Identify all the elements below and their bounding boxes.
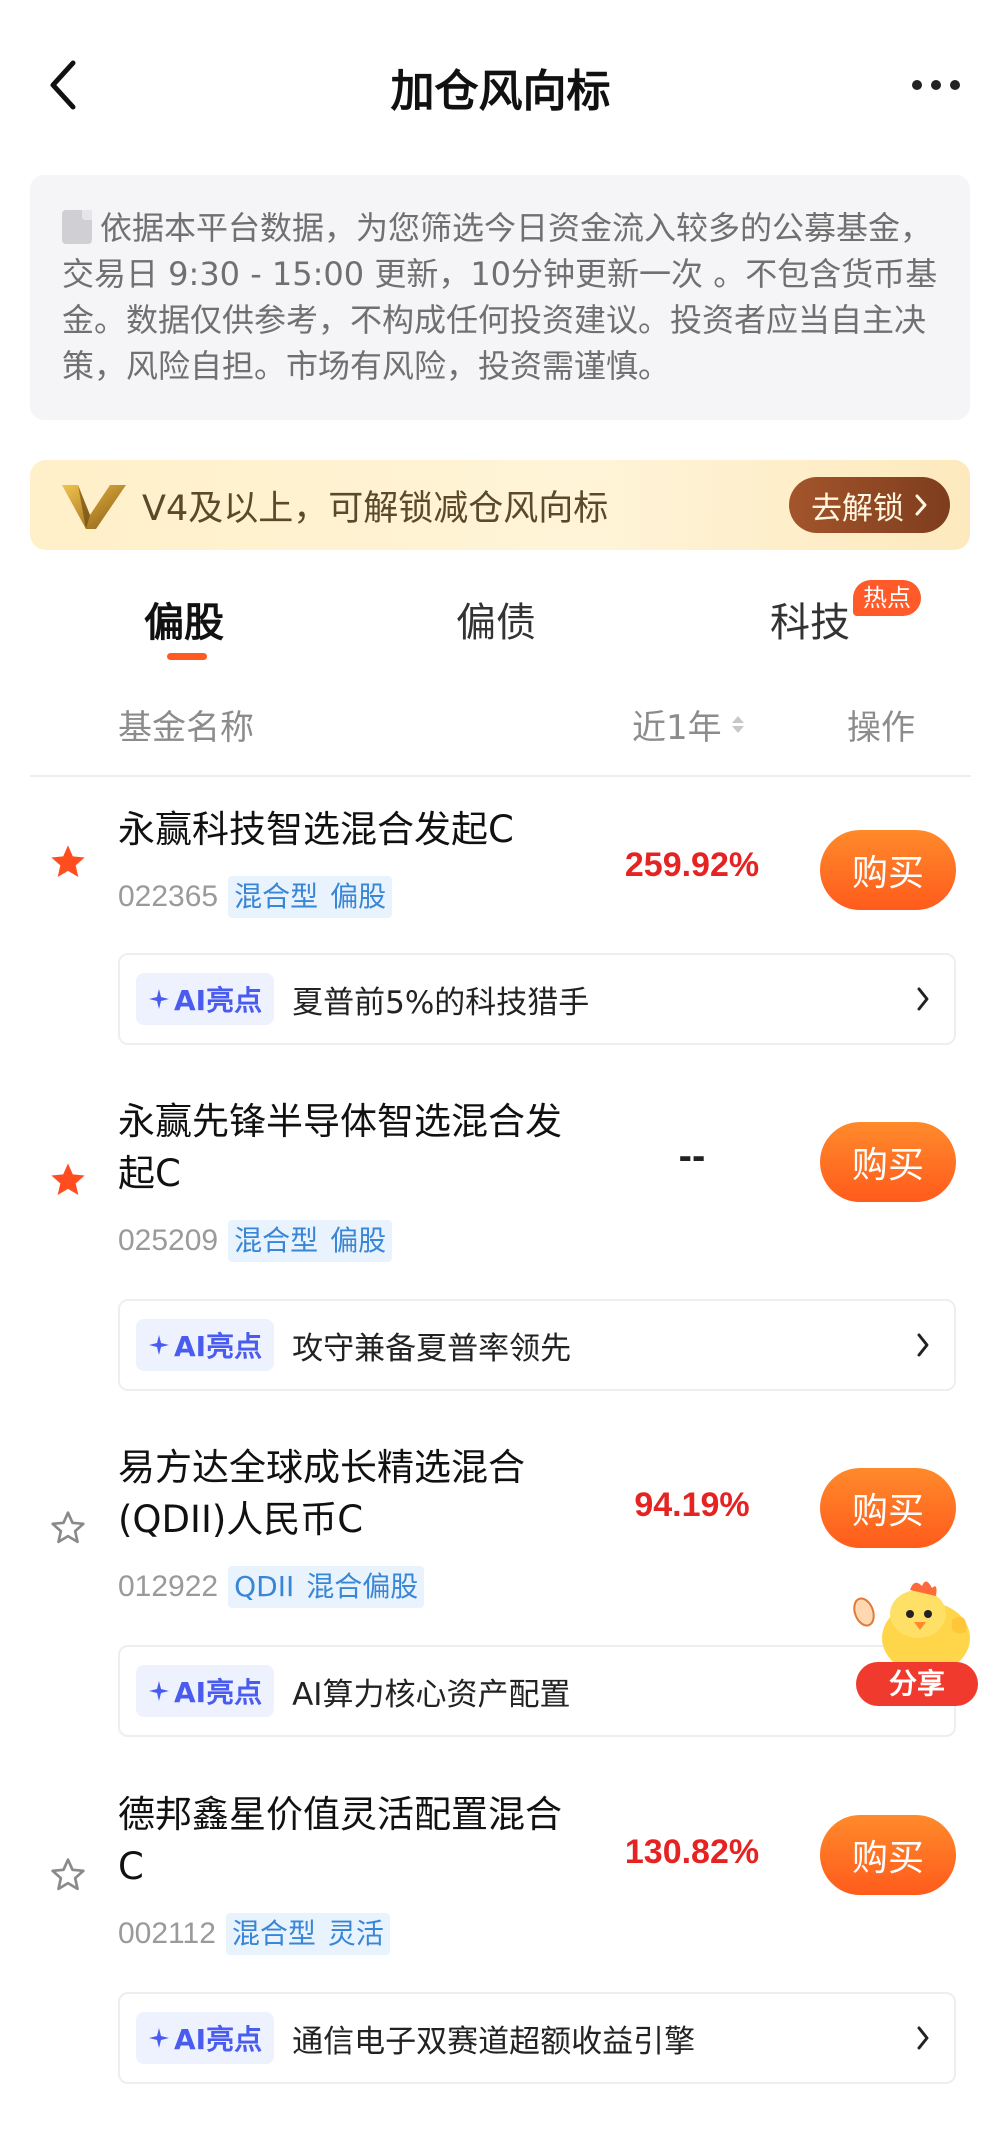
fund-name[interactable]: 易方达全球成长精选混合(QDII)人民币C bbox=[118, 1442, 578, 1546]
buy-button[interactable]: 购买 bbox=[820, 1468, 956, 1548]
ai-badge: AI亮点 bbox=[136, 973, 275, 1025]
fund-code: 002112 bbox=[118, 1917, 216, 1950]
header-period-sort[interactable]: 近1年 bbox=[632, 700, 744, 749]
ai-badge-label: AI亮点 bbox=[174, 984, 263, 1017]
fund-meta: 022365 混合型 偏股 bbox=[118, 876, 393, 918]
tab-bond[interactable]: 偏债 bbox=[456, 590, 536, 648]
page-title: 加仓风向标 bbox=[390, 66, 611, 117]
fund-name[interactable]: 永赢科技智选混合发起C bbox=[118, 804, 598, 856]
fund-tag: 混合型 bbox=[231, 1917, 316, 1950]
fund-tag: 混合型 bbox=[234, 880, 319, 913]
ai-sparkle-icon bbox=[149, 1681, 169, 1701]
star-outline-icon[interactable] bbox=[48, 1508, 88, 1548]
buy-button[interactable]: 购买 bbox=[820, 1122, 956, 1202]
chevron-right-icon bbox=[915, 494, 927, 516]
header-action: 操作 bbox=[847, 708, 915, 748]
fund-tag: 混合型 bbox=[234, 1224, 319, 1257]
chevron-right-icon bbox=[908, 1330, 938, 1360]
tab-tech[interactable]: 科技 bbox=[770, 590, 850, 648]
star-filled-icon[interactable] bbox=[48, 842, 88, 882]
fund-code: 012922 bbox=[118, 1570, 219, 1603]
fund-return: 94.19% bbox=[634, 1486, 750, 1524]
fund-return: -- bbox=[678, 1134, 706, 1178]
tab-stock[interactable]: 偏股 bbox=[144, 590, 224, 648]
fund-meta: 012922 QDII 混合偏股 bbox=[118, 1566, 425, 1608]
v-level-logo-icon bbox=[62, 485, 126, 529]
header-period-label: 近1年 bbox=[632, 708, 722, 748]
share-floating-button[interactable]: 分享 bbox=[848, 1560, 983, 1710]
fund-return: 130.82% bbox=[624, 1833, 760, 1871]
ai-sparkle-icon bbox=[149, 1335, 169, 1355]
more-dot-icon bbox=[931, 80, 941, 90]
hot-badge: 热点 bbox=[853, 580, 921, 616]
chevron-right-icon bbox=[908, 984, 938, 1014]
category-tabs: 偏股 偏债 科技 热点 bbox=[0, 580, 1001, 670]
more-dot-icon bbox=[950, 80, 960, 90]
fund-meta: 025209 混合型 偏股 bbox=[118, 1220, 393, 1262]
nav-bar: 加仓风向标 bbox=[0, 0, 1001, 170]
ai-badge-label: AI亮点 bbox=[174, 2023, 263, 2056]
buy-button[interactable]: 购买 bbox=[820, 1815, 956, 1895]
fund-tags: 混合型 偏股 bbox=[228, 876, 393, 918]
document-icon bbox=[62, 210, 92, 244]
star-outline-icon[interactable] bbox=[48, 1855, 88, 1895]
ai-badge: AI亮点 bbox=[136, 2012, 275, 2064]
fund-tag: 偏股 bbox=[330, 880, 387, 913]
sort-icon bbox=[731, 716, 744, 733]
ai-badge: AI亮点 bbox=[136, 1319, 275, 1371]
fund-name[interactable]: 德邦鑫星价值灵活配置混合C bbox=[118, 1789, 578, 1893]
ai-highlight-bar[interactable]: AI亮点 通信电子双赛道超额收益引擎 bbox=[118, 1992, 956, 2084]
fund-tag: 混合偏股 bbox=[306, 1570, 419, 1603]
buy-button[interactable]: 购买 bbox=[820, 830, 956, 910]
fund-code: 025209 bbox=[118, 1224, 219, 1257]
fund-tags: 混合型 偏股 bbox=[228, 1220, 393, 1262]
share-label: 分享 bbox=[856, 1662, 978, 1706]
ai-highlight-text: 通信电子双赛道超额收益引擎 bbox=[292, 2023, 696, 2060]
ai-highlight-bar[interactable]: AI亮点 夏普前5%的科技猎手 bbox=[118, 953, 956, 1045]
fund-tags: 混合型 灵活 bbox=[225, 1913, 390, 1955]
ai-highlight-text: 攻守兼备夏普率领先 bbox=[292, 1330, 572, 1367]
unlock-button[interactable]: 去解锁 bbox=[789, 477, 950, 533]
fund-tags: QDII 混合偏股 bbox=[228, 1566, 425, 1608]
ai-badge-label: AI亮点 bbox=[174, 1330, 263, 1363]
more-options-button[interactable] bbox=[901, 60, 971, 110]
fund-tag: 灵活 bbox=[327, 1917, 384, 1950]
ai-highlight-text: 夏普前5%的科技猎手 bbox=[292, 984, 590, 1021]
fund-tag: 偏股 bbox=[330, 1224, 387, 1257]
ai-sparkle-icon bbox=[149, 989, 169, 1009]
table-header: 基金名称 近1年 操作 bbox=[0, 690, 1001, 770]
ai-highlight-bar[interactable]: AI亮点 AI算力核心资产配置 bbox=[118, 1645, 956, 1737]
ai-badge: AI亮点 bbox=[136, 1665, 275, 1717]
banner-text: V4及以上，可解锁减仓风向标 bbox=[142, 488, 609, 529]
more-dot-icon bbox=[912, 80, 922, 90]
unlock-button-label: 去解锁 bbox=[811, 490, 904, 527]
data-notice: 依据本平台数据，为您筛选今日资金流入较多的公募基金，交易日 9:30 - 15:… bbox=[30, 175, 970, 420]
header-fund-name: 基金名称 bbox=[118, 708, 254, 748]
ai-highlight-text: AI算力核心资产配置 bbox=[292, 1676, 571, 1713]
fund-meta: 002112 混合型 灵活 bbox=[118, 1913, 390, 1955]
ai-highlight-bar[interactable]: AI亮点 攻守兼备夏普率领先 bbox=[118, 1299, 956, 1391]
vip-unlock-banner[interactable]: V4及以上，可解锁减仓风向标 去解锁 bbox=[30, 460, 970, 550]
divider bbox=[30, 775, 971, 777]
fund-name[interactable]: 永赢先锋半导体智选混合发起C bbox=[118, 1096, 578, 1200]
fund-tag: QDII bbox=[234, 1570, 295, 1603]
ai-sparkle-icon bbox=[149, 2028, 169, 2048]
fund-code: 022365 bbox=[118, 880, 219, 913]
fund-return: 259.92% bbox=[624, 846, 760, 884]
chevron-right-icon bbox=[908, 2023, 938, 2053]
ai-badge-label: AI亮点 bbox=[174, 1676, 263, 1709]
star-filled-icon[interactable] bbox=[48, 1160, 88, 1200]
active-tab-indicator bbox=[167, 653, 207, 660]
notice-text: 依据本平台数据，为您筛选今日资金流入较多的公募基金，交易日 9:30 - 15:… bbox=[62, 209, 938, 385]
